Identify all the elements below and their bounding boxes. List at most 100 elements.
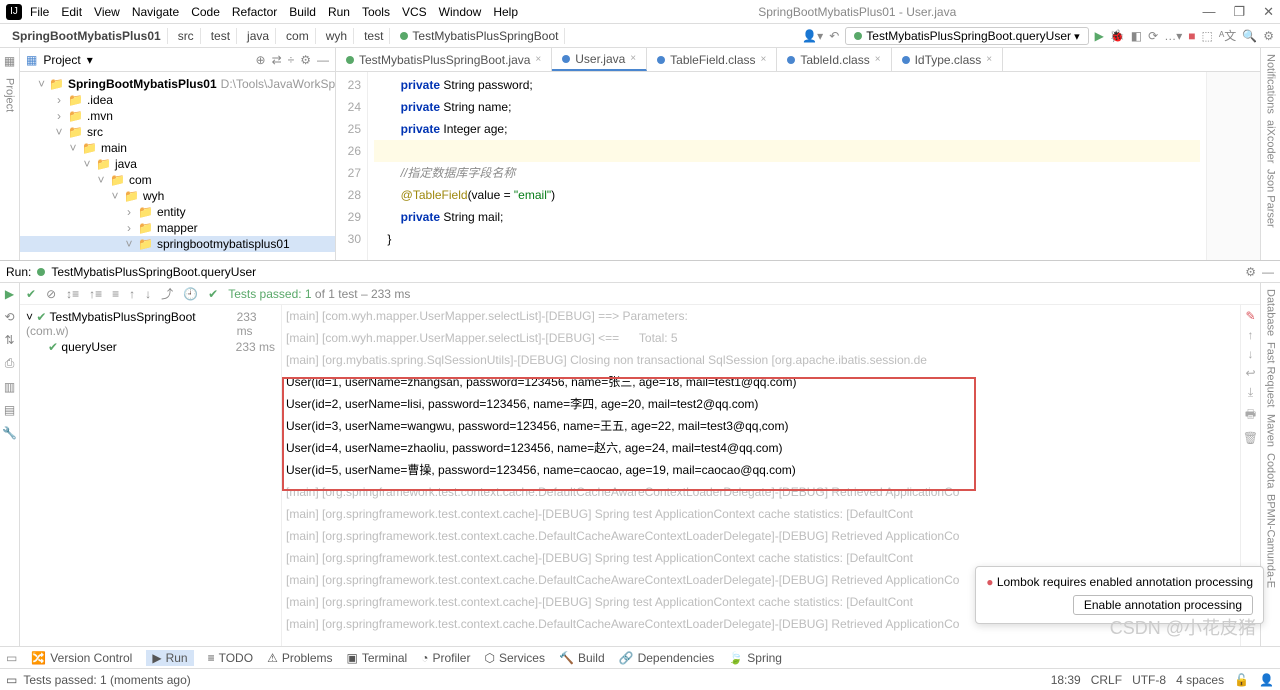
stop-button[interactable]: ■ (1188, 29, 1195, 43)
crumb-2[interactable]: test (205, 28, 237, 44)
git-icon[interactable]: ⬚ (1201, 29, 1212, 43)
menu-refactor[interactable]: Refactor (232, 5, 277, 19)
profile-button[interactable]: ⟳ (1148, 29, 1158, 43)
bottom-more-icon[interactable]: ▭ (6, 651, 17, 665)
tab-tableid[interactable]: TableId.class× (777, 48, 891, 71)
user-icon[interactable]: 👤▾ (802, 29, 823, 43)
tab-user[interactable]: User.java× (552, 48, 647, 71)
panel-hide-icon[interactable]: — (1262, 265, 1274, 279)
tree-src[interactable]: ˅📁 src (20, 124, 335, 140)
search-icon[interactable]: 🔍 (1242, 29, 1257, 43)
lang-icon[interactable]: ᴬ文 (1219, 27, 1236, 44)
gear-icon[interactable]: ⚙ (300, 53, 311, 67)
tab-testspringboot[interactable]: TestMybatisPlusSpringBoot.java× (336, 48, 552, 71)
menu-run[interactable]: Run (328, 5, 350, 19)
console-edit-icon[interactable]: ✎ (1245, 309, 1255, 323)
tree-java[interactable]: ˅📁 java (20, 156, 335, 172)
console-clear-icon[interactable]: 🗑 (1243, 431, 1258, 445)
prev-icon[interactable]: ↑ (129, 287, 135, 301)
minimize-icon[interactable]: — (1202, 4, 1215, 19)
test-tree-root[interactable]: ˅ ✔ TestMybatisPlusSpringBoot (com.w)233… (26, 309, 275, 339)
menu-view[interactable]: View (94, 5, 120, 19)
back-icon[interactable]: ↶ (829, 29, 839, 43)
console-print-icon[interactable]: 🖶 (1245, 405, 1256, 426)
menu-tools[interactable]: Tools (362, 5, 390, 19)
next-icon[interactable]: ↓ (145, 287, 151, 301)
bb-deps[interactable]: 🔗 Dependencies (619, 651, 715, 665)
console-scroll-icon[interactable]: ⤓ (1248, 385, 1253, 400)
tree-com[interactable]: ˅📁 com (20, 172, 335, 188)
run-options-icon[interactable]: ⇅ (4, 333, 14, 347)
menu-window[interactable]: Window (439, 5, 482, 19)
pass-icon[interactable]: ✔ (26, 287, 36, 301)
tree-mapper[interactable]: ›📁 mapper (20, 220, 335, 236)
expand-tests-icon[interactable]: ≡ (112, 287, 119, 301)
tree-entity[interactable]: ›📁 entity (20, 204, 335, 220)
run-wrench-icon[interactable]: 🔧 (2, 426, 17, 440)
menu-code[interactable]: Code (191, 5, 220, 19)
maximize-icon[interactable]: ❐ (1233, 4, 1245, 20)
run-button[interactable]: ▶ (1095, 29, 1104, 43)
rerun-button[interactable]: ▶ (5, 287, 14, 301)
tree-springboot[interactable]: ˅📁 springbootmybatisplus01 (20, 236, 335, 252)
bb-terminal[interactable]: ▣ Terminal (347, 651, 408, 665)
run-pin-icon[interactable]: ⎙ (5, 356, 15, 371)
project-tool-label[interactable]: Project (4, 78, 16, 112)
bb-services[interactable]: ⬡ Services (484, 651, 545, 665)
minimap[interactable] (1206, 72, 1260, 260)
close-icon[interactable]: ✕ (1263, 4, 1274, 20)
bb-profiler[interactable]: ◔ Profiler (421, 651, 470, 665)
test-tree-item[interactable]: ✔ queryUser233 ms (26, 339, 275, 355)
run-export-icon[interactable]: ▤ (4, 403, 15, 417)
rtool-json[interactable]: Json Parser (1265, 169, 1277, 228)
tree-mvn[interactable]: ›📁 .mvn (20, 108, 335, 124)
bb-build[interactable]: 🔨 Build (559, 651, 605, 665)
skip-icon[interactable]: ⊘ (46, 287, 56, 301)
bb-run[interactable]: ▶ Run (146, 650, 193, 666)
rtool-db[interactable]: Database (1265, 289, 1277, 336)
crumb-6[interactable]: test (358, 28, 390, 44)
bb-todo[interactable]: ≡ TODO (208, 651, 253, 665)
export-icon[interactable]: ⤴ (161, 285, 173, 302)
menu-file[interactable]: File (30, 5, 49, 19)
console-wrap-icon[interactable]: ↩ (1245, 366, 1255, 380)
hide-icon[interactable]: — (317, 53, 329, 67)
run-config-select[interactable]: TestMybatisPlusSpringBoot.queryUser ▾ (845, 27, 1088, 45)
rtool-aix[interactable]: aiXcoder (1265, 120, 1277, 163)
crumb-4[interactable]: com (280, 28, 316, 44)
more-run-icon[interactable]: …▾ (1164, 29, 1182, 43)
project-tool-icon[interactable]: ▦ (4, 54, 15, 68)
rtool-codota[interactable]: Codota (1265, 453, 1277, 488)
menu-help[interactable]: Help (493, 5, 518, 19)
run-stop-button[interactable]: ⟲ (4, 310, 14, 324)
rtool-bpmn[interactable]: BPMN-Camunda-E (1265, 494, 1277, 588)
debug-button[interactable]: 🐞 (1110, 29, 1125, 43)
tree-root[interactable]: ˅📁 SpringBootMybatisPlus01 D:\Tools\Java… (20, 76, 335, 92)
code-editor[interactable]: private String password; private String … (368, 72, 1206, 260)
tab-idtype[interactable]: IdType.class× (892, 48, 1004, 71)
crumb-3[interactable]: java (241, 28, 276, 44)
rtool-maven[interactable]: Maven (1265, 414, 1277, 447)
select-opened-icon[interactable]: ⊕ (256, 53, 266, 67)
rtool-fast[interactable]: Fast Request (1265, 342, 1277, 407)
menu-navigate[interactable]: Navigate (132, 5, 179, 19)
sort-icon[interactable]: ↕≡ (66, 287, 79, 301)
project-view-label[interactable]: Project (43, 53, 80, 67)
crumb-1[interactable]: src (172, 28, 201, 44)
history-icon[interactable]: 🕘 (183, 287, 198, 301)
project-view-icon[interactable]: ▦ (26, 53, 37, 67)
filter-icon[interactable]: ▥ (4, 380, 15, 394)
collapse-icon[interactable]: ÷ (288, 53, 295, 67)
rtool-notifications[interactable]: Notifications (1265, 54, 1277, 114)
expand-icon[interactable]: ⇄ (272, 53, 282, 67)
crumb-5[interactable]: wyh (320, 28, 354, 44)
console-up-icon[interactable]: ↑ (1248, 328, 1254, 342)
tab-tablefield[interactable]: TableField.class× (647, 48, 777, 71)
menu-edit[interactable]: Edit (61, 5, 82, 19)
tree-main[interactable]: ˅📁 main (20, 140, 335, 156)
menu-build[interactable]: Build (289, 5, 316, 19)
test-tree[interactable]: ˅ ✔ TestMybatisPlusSpringBoot (com.w)233… (20, 305, 282, 646)
settings-icon[interactable]: ⚙ (1263, 29, 1274, 43)
bb-vcs[interactable]: 🔀 Version Control (31, 651, 132, 665)
panel-gear-icon[interactable]: ⚙ (1245, 265, 1256, 279)
